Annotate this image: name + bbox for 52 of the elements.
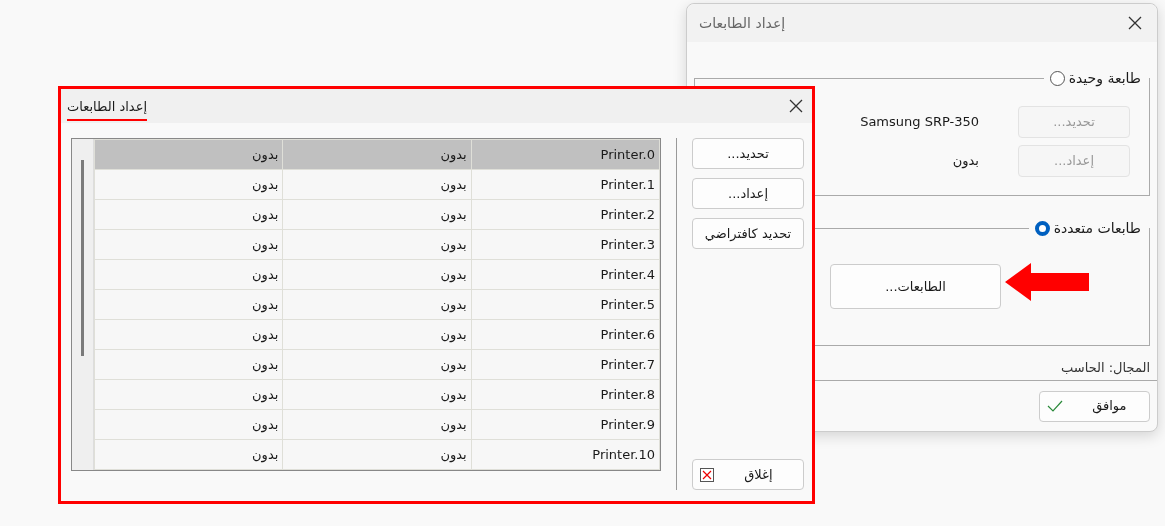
table-cell: بدون bbox=[282, 259, 472, 290]
set-default-button[interactable]: تحديد كافتراضي bbox=[692, 218, 804, 249]
setup-button[interactable]: إعداد... bbox=[692, 178, 804, 209]
table-cell: Printer.4 bbox=[471, 259, 660, 290]
table-cell: بدون bbox=[282, 319, 472, 350]
table-cell: Printer.10 bbox=[471, 439, 660, 470]
printer-name: Samsung SRP-350 bbox=[860, 113, 979, 132]
group-label: طابعة وحيدة bbox=[1068, 69, 1141, 89]
table-cell: بدون bbox=[282, 229, 472, 260]
group-label: طابعات متعددة bbox=[1053, 219, 1141, 238]
table-cell: بدون bbox=[94, 139, 283, 170]
table-cell: بدون bbox=[94, 349, 283, 380]
close-button[interactable]: إغلاق bbox=[692, 459, 804, 490]
table-cell: Printer.9 bbox=[471, 409, 660, 440]
table-cell: بدون bbox=[94, 319, 283, 350]
table-cell: بدون bbox=[282, 349, 472, 380]
table-cell: بدون bbox=[282, 439, 472, 470]
table-cell: بدون bbox=[94, 409, 283, 440]
window-title: إعداد الطابعات bbox=[67, 97, 147, 121]
radio-button[interactable] bbox=[1034, 221, 1050, 236]
table-cell: بدون bbox=[282, 409, 472, 440]
radio-button[interactable] bbox=[1049, 71, 1065, 86]
scope-label: المجال: الحاسب bbox=[1060, 359, 1150, 377]
check-icon bbox=[1046, 400, 1063, 412]
table-cell: بدون bbox=[282, 139, 472, 170]
table-cell: بدون bbox=[94, 199, 283, 230]
arrow-icon bbox=[1005, 263, 1089, 301]
scrollbar-thumb[interactable] bbox=[81, 160, 84, 356]
select-button[interactable]: تحديد... bbox=[692, 138, 804, 169]
table-cell: بدون bbox=[94, 379, 283, 410]
table-cell: Printer.3 bbox=[471, 229, 660, 260]
table-cell: بدون bbox=[282, 379, 472, 410]
table-cell: Printer.1 bbox=[471, 169, 660, 200]
close-icon bbox=[699, 467, 714, 482]
table-cell: Printer.5 bbox=[471, 289, 660, 320]
table-cell: Printer.0 bbox=[471, 139, 660, 170]
table-cell: بدون bbox=[282, 169, 472, 200]
ok-button[interactable]: موافق bbox=[1039, 390, 1150, 422]
table-cell: بدون bbox=[94, 289, 283, 320]
table-cell: بدون bbox=[94, 169, 283, 200]
table-cell: بدون bbox=[94, 259, 283, 290]
printer-value: بدون bbox=[951, 151, 979, 171]
table-cell: Printer.2 bbox=[471, 199, 660, 230]
table-cell: بدون bbox=[282, 289, 472, 320]
table-cell: Printer.7 bbox=[471, 349, 660, 380]
table-cell: Printer.8 bbox=[471, 379, 660, 410]
table-cell: بدون bbox=[94, 229, 283, 260]
table-cell: Printer.6 bbox=[471, 319, 660, 350]
table-cell: بدون bbox=[282, 199, 472, 230]
table-cell: بدون bbox=[94, 439, 283, 470]
window-title: إعداد الطابعات bbox=[699, 13, 786, 33]
printers-button[interactable]: الطابعات... bbox=[830, 264, 1001, 309]
